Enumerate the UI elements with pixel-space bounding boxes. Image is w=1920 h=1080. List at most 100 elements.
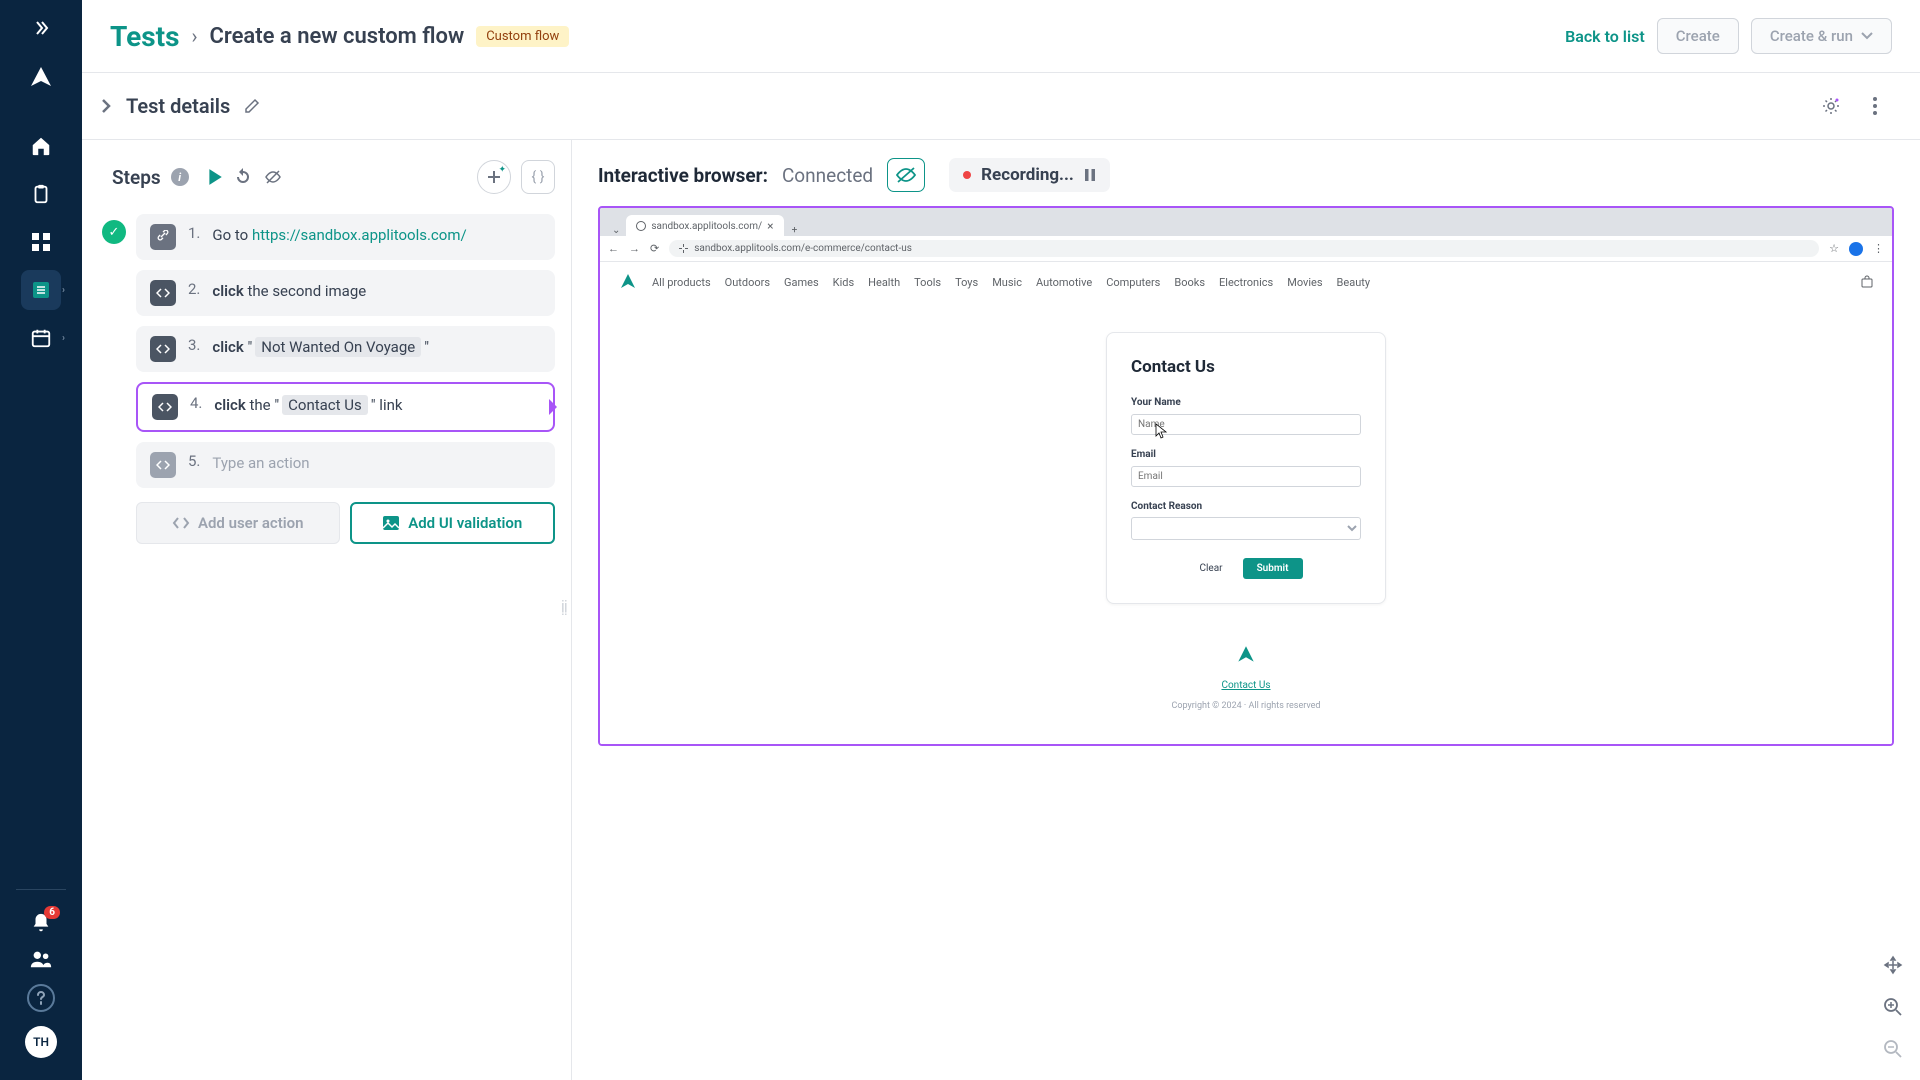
move-button[interactable] (1878, 950, 1908, 980)
step-number: 2. (188, 280, 200, 298)
resize-handle[interactable]: ⠿⠿⠿ (561, 604, 569, 616)
sidebar-item-clipboard[interactable] (21, 174, 61, 214)
user-avatar[interactable]: TH (25, 1026, 57, 1058)
restart-button[interactable] (233, 167, 253, 187)
nav-link[interactable]: Electronics (1219, 276, 1273, 289)
browser-url-bar: ← → ⟳ sandbox.applitools.com/e-commerce/… (600, 236, 1892, 262)
nav-link[interactable]: All products (652, 276, 711, 289)
nav-link[interactable]: Games (784, 276, 819, 289)
nav-link[interactable]: Toys (955, 276, 978, 289)
code-icon (172, 516, 190, 530)
url-text: sandbox.applitools.com/e-commerce/contac… (694, 243, 912, 254)
nav-link[interactable]: Music (992, 276, 1022, 289)
expand-details-button[interactable] (100, 98, 112, 114)
nav-link[interactable]: Kids (833, 276, 854, 289)
app-logo-icon (27, 64, 55, 92)
browser-forward-button[interactable]: → (629, 242, 640, 255)
recording-indicator: Recording... (949, 158, 1110, 192)
step-text: click the "Contact Us" link (214, 394, 402, 417)
nav-link[interactable]: Movies (1287, 276, 1322, 289)
step-number: 5. (188, 452, 200, 470)
info-icon[interactable]: i (171, 168, 189, 186)
site-logo-icon[interactable] (618, 272, 638, 292)
browser-back-button[interactable]: ← (608, 242, 619, 255)
tab-dropdown-icon[interactable]: ⌄ (606, 225, 626, 236)
play-button[interactable] (207, 168, 223, 186)
cart-icon[interactable] (1860, 275, 1874, 289)
link-icon (150, 224, 176, 250)
sidebar-item-users[interactable] (29, 948, 53, 970)
page-footer: Contact Us Copyright © 2024 · All rights… (600, 624, 1892, 725)
new-tab-button[interactable]: + (784, 225, 806, 236)
zoom-out-button[interactable] (1878, 1034, 1908, 1064)
back-to-list-link[interactable]: Back to list (1565, 27, 1645, 46)
nav-link[interactable]: Beauty (1337, 276, 1371, 289)
reason-select[interactable] (1131, 517, 1361, 540)
add-user-action-button[interactable]: Add user action (136, 502, 340, 544)
step-row[interactable]: 4. click the "Contact Us" link (102, 382, 555, 432)
step-number: 3. (188, 336, 200, 354)
nav-link[interactable]: Health (868, 276, 900, 289)
submit-button[interactable]: Submit (1243, 558, 1303, 579)
site-nav: All products Outdoors Games Kids Health … (600, 262, 1892, 302)
name-label: Your Name (1131, 397, 1361, 408)
code-icon (150, 452, 176, 478)
create-run-label: Create & run (1770, 27, 1853, 45)
toggle-visibility-button[interactable] (887, 158, 925, 192)
breadcrumb-root[interactable]: Tests (110, 20, 179, 53)
clear-button[interactable]: Clear (1189, 558, 1232, 579)
zoom-in-button[interactable] (1878, 992, 1908, 1022)
edit-button[interactable] (244, 98, 260, 114)
profile-icon[interactable] (1849, 242, 1863, 256)
flow-type-badge: Custom flow (476, 26, 569, 47)
create-button[interactable]: Create (1657, 18, 1739, 54)
browser-reload-button[interactable]: ⟳ (650, 242, 659, 255)
nav-link[interactable]: Computers (1106, 276, 1160, 289)
nav-link[interactable]: Books (1174, 276, 1205, 289)
image-icon (382, 515, 400, 531)
tab-title: sandbox.applitools.com/ (651, 221, 762, 232)
contact-title: Contact Us (1131, 357, 1361, 377)
test-details-bar: Test details (82, 73, 1920, 140)
email-input[interactable] (1131, 466, 1361, 487)
step-number: 4. (190, 394, 202, 412)
chevron-right-icon: › (62, 285, 65, 296)
sidebar-expand-button[interactable] (25, 12, 57, 44)
step-row[interactable]: 3. click "Not Wanted On Voyage" (102, 326, 555, 372)
sidebar-item-apps[interactable] (21, 222, 61, 262)
step-url[interactable]: https://sandbox.applitools.com/ (252, 226, 467, 244)
add-step-button[interactable]: ✦ (477, 160, 511, 194)
page-header: Tests › Create a new custom flow Custom … (82, 0, 1920, 73)
nav-link[interactable]: Outdoors (725, 276, 770, 289)
step-row[interactable]: 2. click the second image (102, 270, 555, 316)
content-area: Steps i ✦ { } ✓ (82, 140, 1920, 1080)
test-details-title: Test details (126, 94, 230, 118)
nav-link[interactable]: Tools (914, 276, 941, 289)
code-view-button[interactable]: { } (521, 160, 555, 194)
site-info-icon (679, 244, 688, 253)
footer-contact-link[interactable]: Contact Us (600, 680, 1892, 691)
add-ui-validation-button[interactable]: Add UI validation (350, 502, 556, 544)
step-placeholder[interactable]: Type an action (212, 452, 309, 475)
step-text: click the second image (212, 280, 366, 303)
nav-link[interactable]: Automotive (1036, 276, 1092, 289)
sidebar-item-home[interactable] (21, 126, 61, 166)
settings-sparkle-button[interactable] (1814, 89, 1848, 123)
browser-menu-icon[interactable]: ⋮ (1873, 242, 1884, 255)
create-and-run-button[interactable]: Create & run (1751, 18, 1892, 54)
close-tab-icon[interactable]: × (767, 219, 773, 233)
more-menu-button[interactable] (1858, 89, 1892, 123)
disable-visual-button[interactable] (263, 167, 283, 187)
url-field[interactable]: sandbox.applitools.com/e-commerce/contac… (669, 240, 1819, 257)
pause-button[interactable] (1084, 168, 1096, 182)
help-button[interactable] (27, 984, 55, 1012)
name-input[interactable] (1131, 414, 1361, 435)
bookmark-icon[interactable]: ☆ (1829, 242, 1839, 255)
sidebar-item-tests[interactable]: › (21, 270, 61, 310)
step-row[interactable]: ✓ 1. Go to https://sandbox.applitools.co… (102, 214, 555, 260)
notifications-button[interactable]: 6 (30, 912, 52, 934)
browser-tab[interactable]: sandbox.applitools.com/ × (626, 215, 783, 236)
browser-label: Interactive browser: (598, 164, 768, 187)
sidebar-item-calendar[interactable]: › (21, 318, 61, 358)
step-row[interactable]: 5. Type an action (102, 442, 555, 488)
